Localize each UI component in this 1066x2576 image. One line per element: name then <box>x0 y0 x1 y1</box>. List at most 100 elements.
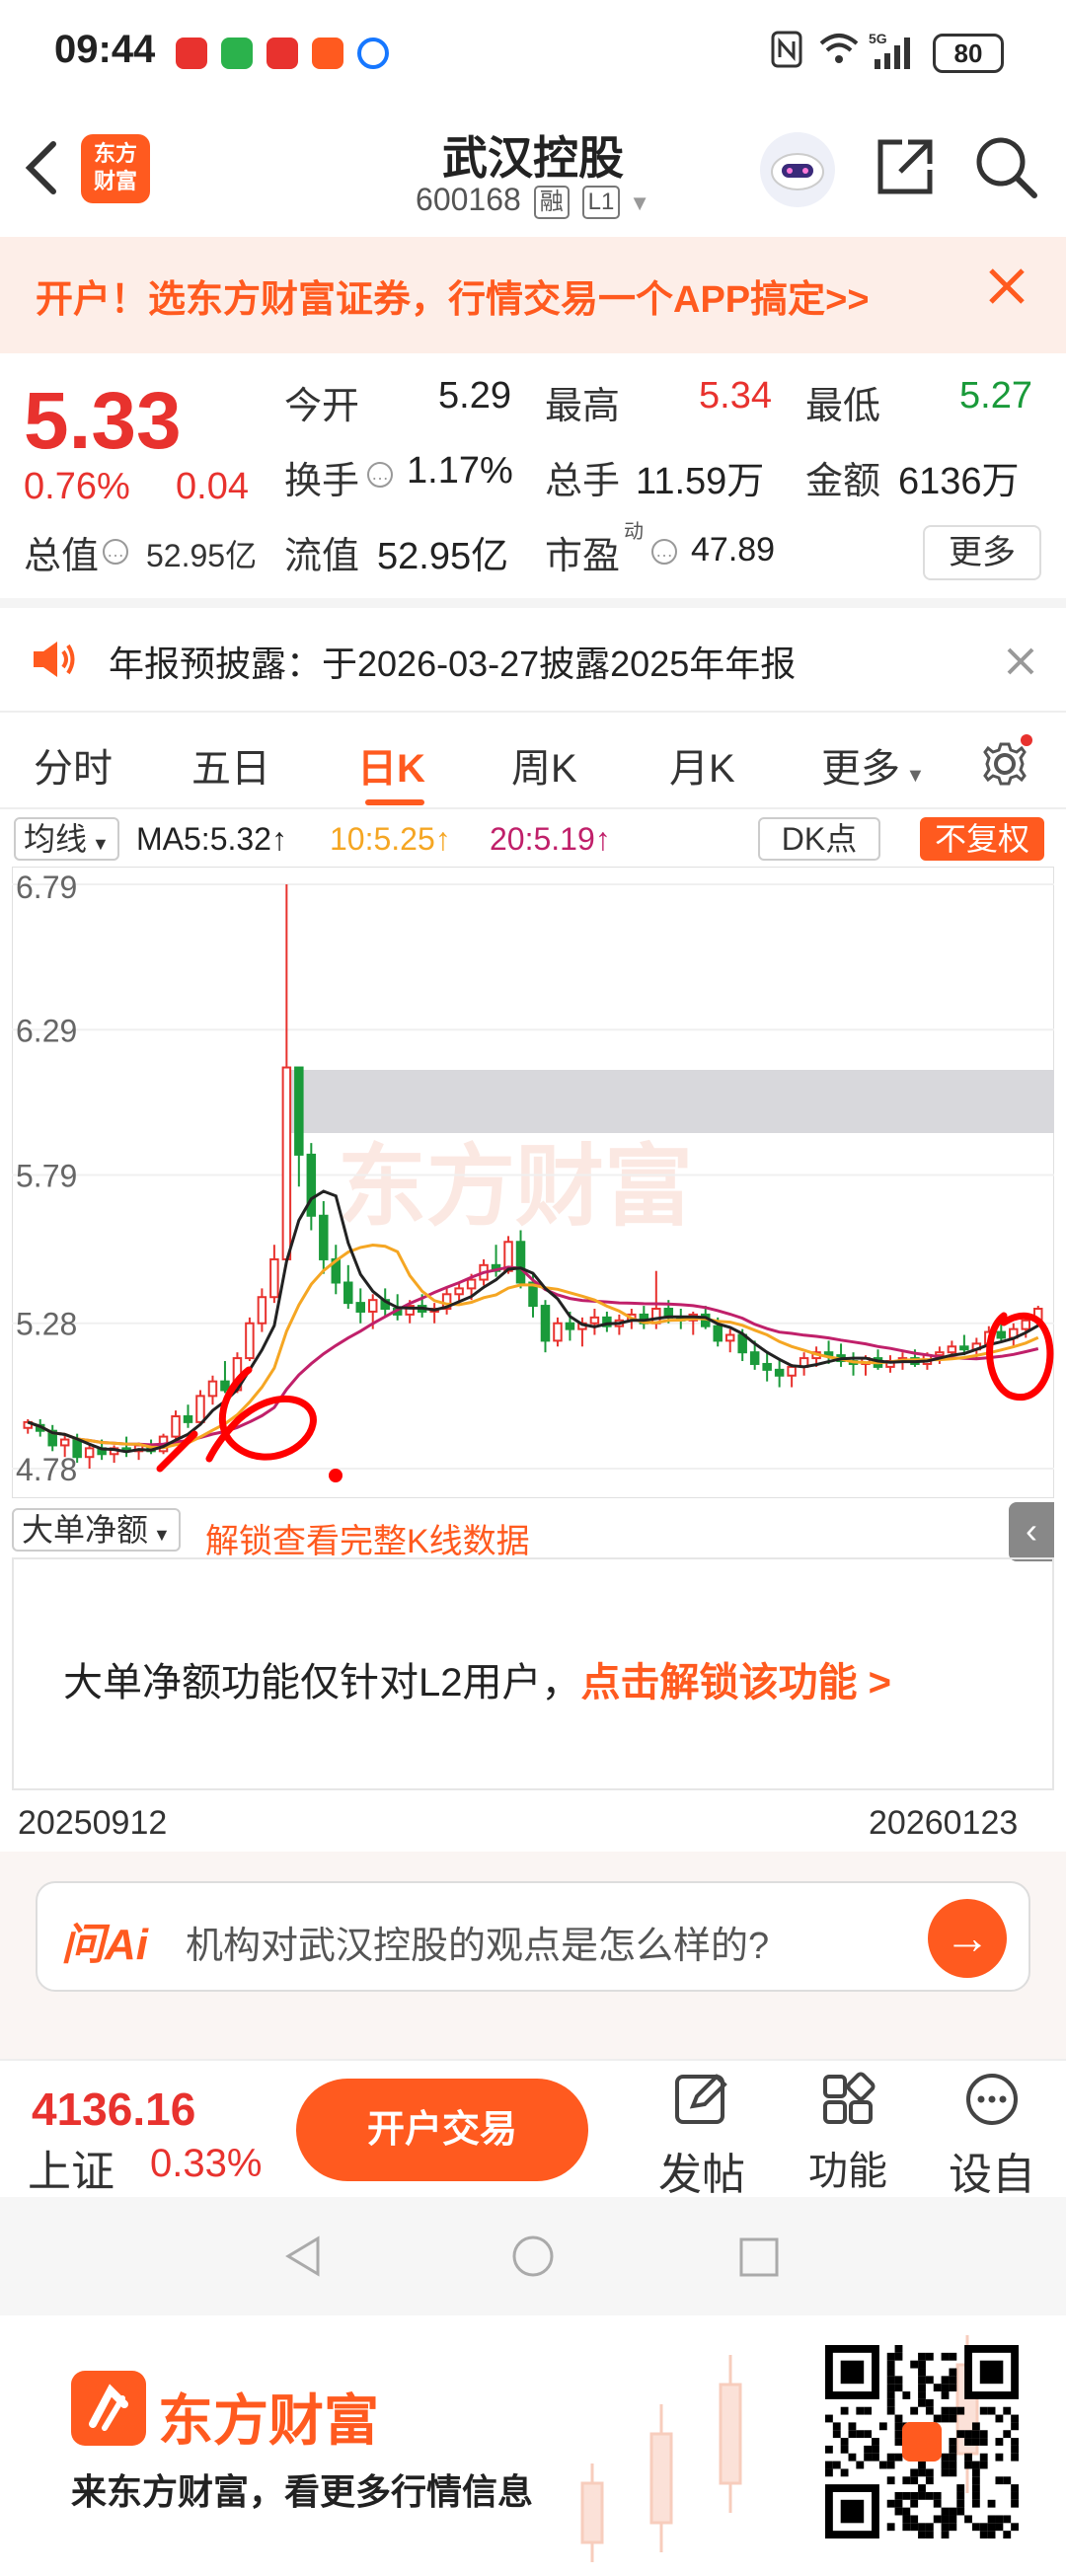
qr-module <box>894 2345 903 2353</box>
qr-module <box>864 2453 873 2462</box>
qr-module <box>886 2391 895 2399</box>
qr-module <box>856 2461 865 2469</box>
qr-module <box>878 2461 887 2469</box>
close-icon[interactable] <box>983 263 1030 315</box>
open-account-button[interactable]: 开户交易 <box>296 2079 588 2181</box>
ai-question-box[interactable]: 问Ai 机构对武汉控股的观点是怎么样的? → <box>36 1881 1030 1992</box>
nav-back-icon[interactable] <box>282 2235 326 2283</box>
search-icon[interactable] <box>971 132 1040 201</box>
account-banner[interactable]: 开户！选东方财富证券，行情交易一个APP搞定>> <box>0 237 1066 353</box>
qr-module <box>964 2438 972 2446</box>
custom-button[interactable]: 设自 <box>938 2071 1046 2202</box>
amount-label: 金额 <box>805 461 881 502</box>
qr-module <box>886 2523 895 2532</box>
tab-weekly-k[interactable]: 周K <box>511 736 577 794</box>
qr-module <box>925 2406 934 2415</box>
l2-message-text: 大单净额功能仅针对L2用户， <box>63 1661 581 1705</box>
function-button[interactable]: 功能 <box>794 2071 902 2196</box>
qr-module <box>864 2406 873 2415</box>
post-button[interactable]: 发帖 <box>647 2071 756 2202</box>
info-icon[interactable]: … <box>651 539 677 565</box>
ma-legend-row: 均线 ▼ MA5:5.32↑ 10:5.25↑ 20:5.19↑ DK点 不复权 <box>0 811 1066 867</box>
info-icon[interactable]: … <box>367 462 393 488</box>
qr-module <box>1011 2491 1019 2500</box>
adjust-mode-button[interactable]: 不复权 <box>920 817 1044 861</box>
caret-down-icon[interactable]: ▼ <box>629 190 650 215</box>
candle-body <box>220 1380 230 1392</box>
volume-value: 11.59万 <box>636 461 765 502</box>
share-icon[interactable] <box>873 134 938 199</box>
tab-intraday[interactable]: 分时 <box>34 736 113 794</box>
notice-bar[interactable]: 年报预披露：于2026-03-27披露2025年年报 <box>0 598 1066 707</box>
dk-point-button[interactable]: DK点 <box>758 817 880 861</box>
candle-body <box>355 1302 365 1313</box>
index-value[interactable]: 4136.16 <box>32 2083 195 2136</box>
chart-tabs: 分时 五日 日K 周K 月K 更多 ▼ <box>0 711 1066 809</box>
ai-question-text[interactable]: 机构对武汉控股的观点是怎么样的? <box>186 1915 769 1969</box>
candlestick-svg[interactable]: 东方财富 6.796.295.795.284.78 6 <box>12 867 1054 1498</box>
qr-module <box>949 2414 957 2423</box>
qr-module <box>910 2476 919 2485</box>
app-notif-icon <box>266 38 298 69</box>
info-icon[interactable]: … <box>103 539 128 565</box>
status-time: 09:44 <box>54 28 156 71</box>
total-cap-label: 总值 <box>24 536 100 577</box>
qr-module <box>825 2468 833 2477</box>
qr-module <box>941 2468 950 2477</box>
qr-module <box>941 2515 950 2524</box>
tab-more[interactable]: 更多 ▼ <box>821 736 925 794</box>
unlock-kline-link[interactable]: 解锁查看完整K线数据 <box>205 1514 530 1562</box>
margin-tag: 融 <box>533 185 570 219</box>
qr-module <box>1011 2453 1019 2462</box>
y-tick-label: 6.79 <box>16 870 77 905</box>
qr-module <box>971 2422 980 2431</box>
l2-message[interactable]: 大单净额功能仅针对L2用户，点击解锁该功能 > <box>63 1650 891 1707</box>
qr-module <box>949 2406 957 2415</box>
candle-body <box>454 1287 464 1296</box>
chevron-left-icon[interactable]: ‹ <box>1009 1502 1054 1561</box>
svg-text:5G: 5G <box>869 31 887 46</box>
nav-home-icon[interactable] <box>511 2235 555 2283</box>
wechat-icon <box>221 38 253 69</box>
candlestick-chart[interactable]: 东方财富 6.79 6.29 5.79 5.28 4.78 6 <box>12 867 1054 1498</box>
system-nav-bar <box>0 2197 1066 2315</box>
qr-module <box>941 2453 950 2462</box>
gear-icon[interactable] <box>977 732 1036 796</box>
index-name[interactable]: 上证 <box>28 2136 114 2199</box>
stock-code: 600168 <box>416 182 521 217</box>
candle-body <box>589 1316 600 1325</box>
qr-module <box>971 2523 980 2532</box>
qr-module <box>949 2384 957 2392</box>
more-button[interactable]: 更多 <box>923 525 1041 580</box>
qr-module <box>840 2468 849 2477</box>
candle-body <box>749 1351 760 1365</box>
index-change[interactable]: 0.33% <box>150 2142 262 2186</box>
quote-panel: 5.33 0.76% 0.04 总值 … 52.95亿 今开 5.29 最高 5… <box>0 355 1066 592</box>
caret-down-icon: ▼ <box>900 765 926 787</box>
qr-module <box>925 2398 934 2407</box>
nav-recents-icon[interactable] <box>738 2236 780 2283</box>
tab-five-day[interactable]: 五日 <box>191 736 270 794</box>
ma20-value: 20:5.19↑ <box>490 821 611 857</box>
qr-module <box>918 2461 926 2469</box>
candle-body <box>774 1368 785 1377</box>
robot-assistant-icon[interactable] <box>760 132 835 207</box>
qr-module <box>872 2453 879 2462</box>
status-bar: 09:44 5G 80 <box>0 0 1066 109</box>
qr-module <box>971 2491 980 2500</box>
ma-select[interactable]: 均线 ▼ <box>14 817 119 861</box>
qr-module <box>910 2491 919 2500</box>
qr-module <box>894 2414 903 2423</box>
qr-module <box>910 2360 919 2369</box>
unlock-feature-link[interactable]: 点击解锁该功能 > <box>581 1661 891 1705</box>
close-icon[interactable] <box>1003 644 1038 684</box>
arrow-right-icon[interactable]: → <box>928 1899 1007 1978</box>
ma5-value: MA5:5.32↑ <box>136 821 287 857</box>
tab-monthly-k[interactable]: 月K <box>669 736 735 794</box>
qr-module <box>941 2507 950 2516</box>
qr-module <box>995 2414 1004 2423</box>
tab-daily-k[interactable]: 日K <box>357 736 425 794</box>
indicator-select[interactable]: 大单净额 ▼ <box>12 1508 181 1552</box>
qr-module <box>941 2376 950 2385</box>
ma-select-label: 均线 <box>24 821 88 857</box>
